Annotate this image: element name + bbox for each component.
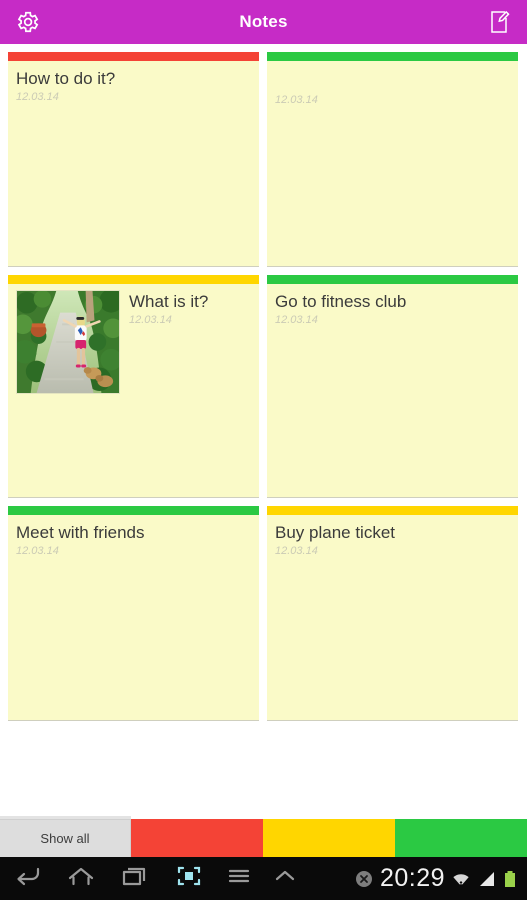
note-date: 12.03.14 bbox=[16, 545, 59, 557]
note-color-strip bbox=[267, 506, 518, 515]
recents-button[interactable] bbox=[112, 860, 158, 898]
note-text: Go to fitness club 12.03.14 bbox=[275, 290, 510, 489]
gear-icon bbox=[14, 9, 40, 35]
note-card[interactable]: What is it? 12.03.14 bbox=[8, 275, 259, 498]
menu-hamburger-icon bbox=[227, 866, 251, 891]
chevron-up-icon bbox=[273, 867, 297, 890]
screenshot-button[interactable] bbox=[166, 860, 212, 898]
note-body: How to do it? 12.03.14 bbox=[8, 61, 259, 266]
note-text: How to do it? 12.03.14 bbox=[16, 67, 251, 258]
note-title: Meet with friends bbox=[16, 523, 145, 542]
note-title: Go to fitness club bbox=[275, 292, 407, 311]
note-color-strip bbox=[8, 275, 259, 284]
note-photo bbox=[17, 291, 119, 393]
note-card[interactable]: Meet with friends 12.03.14 bbox=[8, 506, 259, 721]
screenshot-crop-icon bbox=[175, 864, 203, 893]
back-arrow-icon bbox=[13, 865, 41, 892]
note-color-strip bbox=[267, 275, 518, 284]
note-thumbnail[interactable] bbox=[16, 290, 120, 394]
home-button[interactable] bbox=[58, 860, 104, 898]
note-text: Buy plane ticket 12.03.14 bbox=[275, 521, 510, 712]
app-header: Notes bbox=[0, 0, 527, 44]
note-card[interactable]: Go to fitness club 12.03.14 bbox=[267, 275, 518, 498]
settings-button[interactable] bbox=[10, 5, 44, 39]
note-title: Buy plane ticket bbox=[275, 523, 396, 542]
expand-up-button[interactable] bbox=[266, 860, 304, 898]
note-color-strip bbox=[8, 506, 259, 515]
filter-green-button[interactable] bbox=[395, 819, 527, 857]
note-body: 12.03.14 bbox=[267, 61, 518, 266]
notes-grid: How to do it? 12.03.14 12.03.14 What is … bbox=[0, 44, 527, 729]
note-date: 12.03.14 bbox=[129, 314, 172, 326]
note-text: 12.03.14 bbox=[275, 67, 510, 258]
signal-icon bbox=[477, 869, 497, 889]
close-notification-icon[interactable] bbox=[354, 869, 374, 889]
android-system-bar: 20:29 bbox=[0, 857, 527, 900]
battery-icon bbox=[503, 869, 517, 889]
filter-show-all-button[interactable]: Show all bbox=[0, 819, 131, 857]
note-body: What is it? 12.03.14 bbox=[8, 284, 259, 497]
note-title: How to do it? bbox=[16, 69, 116, 88]
navigation-keys bbox=[4, 860, 304, 898]
status-tray: 20:29 bbox=[354, 866, 521, 891]
note-date: 12.03.14 bbox=[16, 91, 59, 103]
page-title: Notes bbox=[239, 12, 288, 31]
note-card[interactable]: 12.03.14 bbox=[267, 52, 518, 267]
wifi-icon bbox=[451, 869, 471, 889]
note-date: 12.03.14 bbox=[275, 545, 318, 557]
filter-yellow-button[interactable] bbox=[263, 819, 395, 857]
note-body: Buy plane ticket 12.03.14 bbox=[267, 515, 518, 720]
note-card[interactable]: How to do it? 12.03.14 bbox=[8, 52, 259, 267]
note-date: 12.03.14 bbox=[275, 94, 318, 106]
filter-red-button[interactable] bbox=[131, 819, 263, 857]
recent-apps-icon bbox=[121, 865, 149, 892]
back-button[interactable] bbox=[4, 860, 50, 898]
note-card[interactable]: Buy plane ticket 12.03.14 bbox=[267, 506, 518, 721]
note-title: What is it? bbox=[129, 292, 209, 311]
menu-button[interactable] bbox=[220, 860, 258, 898]
note-body: Go to fitness club 12.03.14 bbox=[267, 284, 518, 497]
note-date: 12.03.14 bbox=[275, 314, 318, 326]
color-filter-bar: Show all bbox=[0, 816, 527, 857]
filter-bar-divider bbox=[0, 816, 131, 819]
note-body: Meet with friends 12.03.14 bbox=[8, 515, 259, 720]
note-text: Meet with friends 12.03.14 bbox=[16, 521, 251, 712]
note-text: What is it? 12.03.14 bbox=[129, 290, 251, 489]
status-clock: 20:29 bbox=[379, 864, 445, 892]
home-icon bbox=[67, 865, 95, 892]
note-color-strip bbox=[8, 52, 259, 61]
compose-note-button[interactable] bbox=[483, 5, 517, 39]
note-color-strip bbox=[267, 52, 518, 61]
compose-note-icon bbox=[488, 9, 512, 35]
